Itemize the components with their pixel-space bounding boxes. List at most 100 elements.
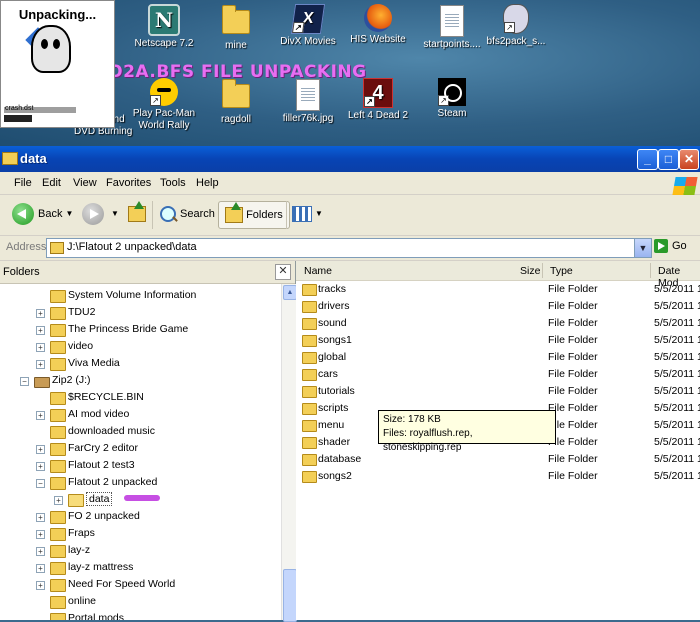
tree-item-label: $RECYCLE.BIN: [68, 391, 144, 403]
go-label: Go: [672, 239, 687, 252]
expand-icon[interactable]: +: [36, 462, 45, 471]
expand-icon[interactable]: +: [36, 513, 45, 522]
column-header-type[interactable]: Type: [550, 265, 573, 277]
folders-button[interactable]: Folders: [218, 201, 290, 229]
desktop-icon[interactable]: ragdoll: [198, 78, 274, 126]
desktop-icon[interactable]: X ↗ DivX Movies: [270, 4, 346, 48]
tree-item[interactable]: + Viva Media: [0, 356, 281, 373]
desktop-icon[interactable]: HIS Website: [340, 4, 416, 46]
tree-item[interactable]: + AI mod video: [0, 407, 281, 424]
desktop-icon-label: HIS Website: [350, 34, 406, 45]
file-date: 5/5/2011 1: [654, 334, 700, 346]
expand-icon[interactable]: +: [36, 445, 45, 454]
scrollbar-thumb[interactable]: [283, 569, 297, 622]
expand-icon[interactable]: +: [36, 547, 45, 556]
forward-button[interactable]: ▼: [82, 201, 119, 227]
column-header-size[interactable]: Size: [520, 265, 540, 277]
tree-item[interactable]: + video: [0, 339, 281, 356]
desktop-icon-label: filler76k.jpg: [282, 113, 334, 124]
scroll-up-icon[interactable]: ▲: [283, 285, 297, 300]
desktop-icon[interactable]: ↗ Steam: [414, 78, 490, 120]
tree-item[interactable]: downloaded music: [0, 424, 281, 441]
file-row[interactable]: sound File Folder 5/5/2011 1: [296, 315, 700, 332]
chevron-down-icon[interactable]: ▼: [111, 209, 119, 218]
file-row[interactable]: tutorials File Folder 5/5/2011 1: [296, 383, 700, 400]
expand-icon[interactable]: +: [54, 496, 63, 505]
file-row[interactable]: global File Folder 5/5/2011 1: [296, 349, 700, 366]
desktop-icon[interactable]: 4 ↗ Left 4 Dead 2: [340, 78, 416, 122]
close-icon[interactable]: ✕: [275, 264, 291, 280]
shortcut-arrow-icon: ↗: [364, 96, 375, 107]
menu-view[interactable]: View: [73, 177, 97, 189]
toolbar-separator: [286, 201, 287, 229]
tree-item[interactable]: − Zip2 (J:): [0, 373, 281, 390]
column-header-name[interactable]: Name: [304, 265, 332, 277]
tree-item[interactable]: + Fraps: [0, 526, 281, 543]
file-row[interactable]: cars File Folder 5/5/2011 1: [296, 366, 700, 383]
expand-icon[interactable]: +: [36, 411, 45, 420]
expand-icon[interactable]: +: [36, 564, 45, 573]
folder-icon: [50, 341, 66, 354]
tree-item[interactable]: $RECYCLE.BIN: [0, 390, 281, 407]
back-button[interactable]: Back ▼: [12, 201, 73, 227]
folder-icon: [50, 242, 64, 254]
tree-item[interactable]: + FarCry 2 editor: [0, 441, 281, 458]
expand-icon[interactable]: +: [36, 309, 45, 318]
file-row[interactable]: songs2 File Folder 5/5/2011 1: [296, 468, 700, 485]
tree-item[interactable]: Portal mods: [0, 611, 281, 620]
address-dropdown-icon[interactable]: ▼: [634, 239, 651, 257]
desktop-icon[interactable]: ↗ bfs2pack_s...: [478, 4, 554, 48]
desktop-icon[interactable]: N Netscape 7.2: [126, 4, 202, 50]
expand-icon[interactable]: +: [36, 343, 45, 352]
desktop-icon-label: ragdoll: [220, 114, 252, 125]
title-bar[interactable]: data _ □ ✕: [0, 146, 700, 172]
minimize-button[interactable]: _: [637, 149, 658, 170]
unpacking-filename: crash.dst: [5, 105, 34, 112]
desktop-icon[interactable]: filler76k.jpg: [270, 78, 346, 125]
search-button[interactable]: Search: [160, 201, 215, 227]
tree-item[interactable]: + lay-z mattress: [0, 560, 281, 577]
menu-file[interactable]: File: [14, 177, 32, 189]
folders-pane-title: Folders: [3, 266, 40, 278]
menu-tools[interactable]: Tools: [160, 177, 186, 189]
chevron-down-icon[interactable]: ▼: [65, 209, 73, 218]
tree-item[interactable]: + lay-z: [0, 543, 281, 560]
go-button[interactable]: Go: [654, 239, 687, 253]
file-row[interactable]: drivers File Folder 5/5/2011 1: [296, 298, 700, 315]
search-icon: [160, 206, 176, 223]
chevron-down-icon[interactable]: ▼: [315, 209, 323, 218]
column-separator[interactable]: [650, 263, 651, 278]
tree-item[interactable]: online: [0, 594, 281, 611]
tree-scrollbar[interactable]: ▲: [281, 284, 297, 622]
bfs-ghost-icon: ↗: [503, 4, 529, 34]
address-input[interactable]: J:\Flatout 2 unpacked\data ▼: [46, 238, 652, 258]
column-separator[interactable]: [542, 263, 543, 278]
tree-item[interactable]: + Flatout 2 test3: [0, 458, 281, 475]
menu-help[interactable]: Help: [196, 177, 219, 189]
close-button[interactable]: ✕: [679, 149, 699, 170]
expand-icon[interactable]: +: [36, 581, 45, 590]
maximize-button[interactable]: □: [658, 149, 679, 170]
file-row[interactable]: songs1 File Folder 5/5/2011 1: [296, 332, 700, 349]
file-name: tracks: [318, 283, 347, 295]
folder-icon: [50, 409, 66, 422]
collapse-icon[interactable]: −: [20, 377, 29, 386]
desktop-icon[interactable]: mine: [198, 4, 274, 52]
file-type: File Folder: [548, 453, 598, 465]
collapse-icon[interactable]: −: [36, 479, 45, 488]
expand-icon[interactable]: +: [36, 360, 45, 369]
tree-item[interactable]: − Flatout 2 unpacked: [0, 475, 281, 492]
tree-item[interactable]: + TDU2: [0, 305, 281, 322]
file-row[interactable]: tracks File Folder 5/5/2011 1: [296, 281, 700, 298]
up-folder-button[interactable]: [128, 201, 146, 227]
expand-icon[interactable]: +: [36, 326, 45, 335]
tree-item[interactable]: + The Princess Bride Game: [0, 322, 281, 339]
tree-item[interactable]: + Need For Speed World: [0, 577, 281, 594]
tree-item[interactable]: System Volume Information: [0, 288, 281, 305]
menu-favorites[interactable]: Favorites: [106, 177, 151, 189]
expand-icon[interactable]: +: [36, 530, 45, 539]
menu-edit[interactable]: Edit: [42, 177, 61, 189]
views-button[interactable]: ▼: [292, 201, 323, 227]
tree-item[interactable]: + FO 2 unpacked: [0, 509, 281, 526]
folder-icon: [302, 284, 317, 296]
